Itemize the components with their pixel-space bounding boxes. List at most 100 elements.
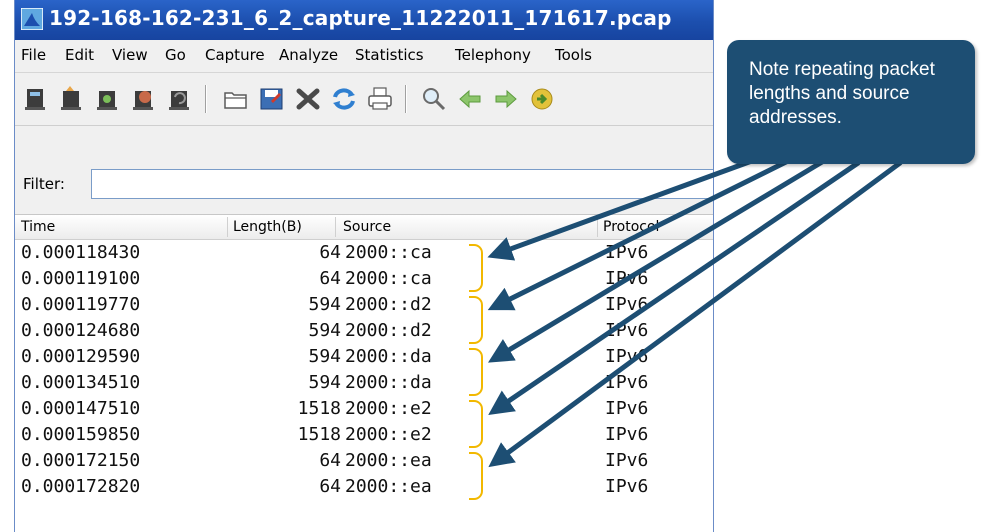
menu-statistics[interactable]: Statistics — [355, 46, 424, 64]
cell-protocol: IPv6 — [605, 398, 649, 419]
packet-list: Time Length(B) Source Protocol 0.0001184… — [15, 214, 713, 532]
column-divider[interactable] — [227, 217, 228, 237]
cell-protocol: IPv6 — [605, 424, 649, 445]
cell-source: 2000::ca — [345, 242, 432, 263]
cell-time: 0.000119770 — [21, 294, 141, 315]
packet-row[interactable]: 0.000134510 594 2000::da IPv6 — [15, 371, 713, 397]
menu-analyze[interactable]: Analyze — [279, 46, 338, 64]
menu-view[interactable]: View — [112, 46, 148, 64]
column-divider[interactable] — [335, 217, 336, 237]
cell-time: 0.000129590 — [21, 346, 141, 367]
cell-time: 0.000147510 — [21, 398, 141, 419]
cell-time: 0.000172820 — [21, 476, 141, 497]
callout-text: Note repeating packet lengths and source… — [749, 59, 935, 128]
cell-length: 64 — [319, 268, 341, 289]
cell-protocol: IPv6 — [605, 450, 649, 471]
packet-list-header: Time Length(B) Source Protocol — [15, 215, 713, 240]
interfaces-icon[interactable] — [21, 85, 51, 113]
packet-row[interactable]: 0.000172820 64 2000::ea IPv6 — [15, 475, 713, 501]
start-capture-icon[interactable] — [93, 85, 123, 113]
go-to-packet-icon[interactable] — [527, 85, 557, 113]
cell-time: 0.000159850 — [21, 424, 141, 445]
pair-brace — [469, 296, 483, 344]
filter-input[interactable] — [91, 169, 713, 199]
wireshark-fin-icon — [21, 8, 43, 30]
cell-source: 2000::ea — [345, 476, 432, 497]
cell-length: 594 — [308, 346, 341, 367]
packet-row[interactable]: 0.000159850 1518 2000::e2 IPv6 — [15, 423, 713, 449]
cell-length: 64 — [319, 476, 341, 497]
cell-source: 2000::ca — [345, 268, 432, 289]
pair-brace — [469, 452, 483, 500]
menu-bar: File Edit View Go Capture Analyze Statis… — [15, 40, 713, 73]
menu-go[interactable]: Go — [165, 46, 186, 64]
cell-protocol: IPv6 — [605, 346, 649, 367]
cell-time: 0.000172150 — [21, 450, 141, 471]
packet-row[interactable]: 0.000119770 594 2000::d2 IPv6 — [15, 293, 713, 319]
cell-length: 1518 — [297, 424, 341, 445]
close-file-icon[interactable] — [293, 85, 323, 113]
toolbar-separator — [205, 85, 207, 113]
menu-capture[interactable]: Capture — [205, 46, 265, 64]
wireshark-window: 192-168-162-231_6_2_capture_11222011_171… — [14, 0, 714, 532]
cell-source: 2000::ea — [345, 450, 432, 471]
stop-capture-icon[interactable] — [129, 85, 159, 113]
column-header-source[interactable]: Source — [343, 219, 391, 235]
cell-length: 594 — [308, 294, 341, 315]
cell-source: 2000::da — [345, 346, 432, 367]
reload-icon[interactable] — [329, 85, 359, 113]
cell-protocol: IPv6 — [605, 242, 649, 263]
cell-source: 2000::da — [345, 372, 432, 393]
toolbar-separator — [405, 85, 407, 113]
column-header-time[interactable]: Time — [21, 219, 55, 235]
column-header-length[interactable]: Length(B) — [233, 219, 302, 235]
annotation-callout: Note repeating packet lengths and source… — [727, 40, 975, 164]
open-file-icon[interactable] — [221, 85, 251, 113]
find-icon[interactable] — [419, 85, 449, 113]
cell-length: 594 — [308, 372, 341, 393]
packet-row[interactable]: 0.000118430 64 2000::ca IPv6 — [15, 241, 713, 267]
packet-row[interactable]: 0.000129590 594 2000::da IPv6 — [15, 345, 713, 371]
back-arrow-icon[interactable] — [455, 85, 485, 113]
menu-telephony[interactable]: Telephony — [455, 46, 531, 64]
cell-length: 64 — [319, 242, 341, 263]
cell-protocol: IPv6 — [605, 268, 649, 289]
window-title: 192-168-162-231_6_2_capture_11222011_171… — [49, 6, 672, 30]
main-toolbar — [15, 73, 713, 126]
title-bar: 192-168-162-231_6_2_capture_11222011_171… — [15, 0, 713, 40]
filter-bar: Filter: — [15, 160, 713, 208]
restart-capture-icon[interactable] — [165, 85, 195, 113]
cell-time: 0.000119100 — [21, 268, 141, 289]
save-file-icon[interactable] — [257, 85, 287, 113]
cell-protocol: IPv6 — [605, 320, 649, 341]
column-divider[interactable] — [597, 217, 598, 237]
column-header-protocol[interactable]: Protocol — [603, 219, 659, 235]
print-icon[interactable] — [365, 85, 395, 113]
cell-source: 2000::e2 — [345, 424, 432, 445]
pair-brace — [469, 400, 483, 448]
menu-file[interactable]: File — [21, 46, 46, 64]
packet-row[interactable]: 0.000119100 64 2000::ca IPv6 — [15, 267, 713, 293]
cell-source: 2000::d2 — [345, 294, 432, 315]
menu-edit[interactable]: Edit — [65, 46, 94, 64]
packet-row[interactable]: 0.000147510 1518 2000::e2 IPv6 — [15, 397, 713, 423]
pair-brace — [469, 244, 483, 292]
cell-source: 2000::e2 — [345, 398, 432, 419]
filter-label: Filter: — [23, 175, 65, 193]
cell-protocol: IPv6 — [605, 476, 649, 497]
cell-time: 0.000134510 — [21, 372, 141, 393]
pair-brace — [469, 348, 483, 396]
cell-length: 594 — [308, 320, 341, 341]
cell-protocol: IPv6 — [605, 294, 649, 315]
packet-row[interactable]: 0.000172150 64 2000::ea IPv6 — [15, 449, 713, 475]
cell-time: 0.000124680 — [21, 320, 141, 341]
cell-time: 0.000118430 — [21, 242, 141, 263]
cell-protocol: IPv6 — [605, 372, 649, 393]
options-icon[interactable] — [57, 85, 87, 113]
cell-length: 1518 — [297, 398, 341, 419]
cell-source: 2000::d2 — [345, 320, 432, 341]
menu-tools[interactable]: Tools — [555, 46, 592, 64]
cell-length: 64 — [319, 450, 341, 471]
forward-arrow-icon[interactable] — [491, 85, 521, 113]
packet-row[interactable]: 0.000124680 594 2000::d2 IPv6 — [15, 319, 713, 345]
